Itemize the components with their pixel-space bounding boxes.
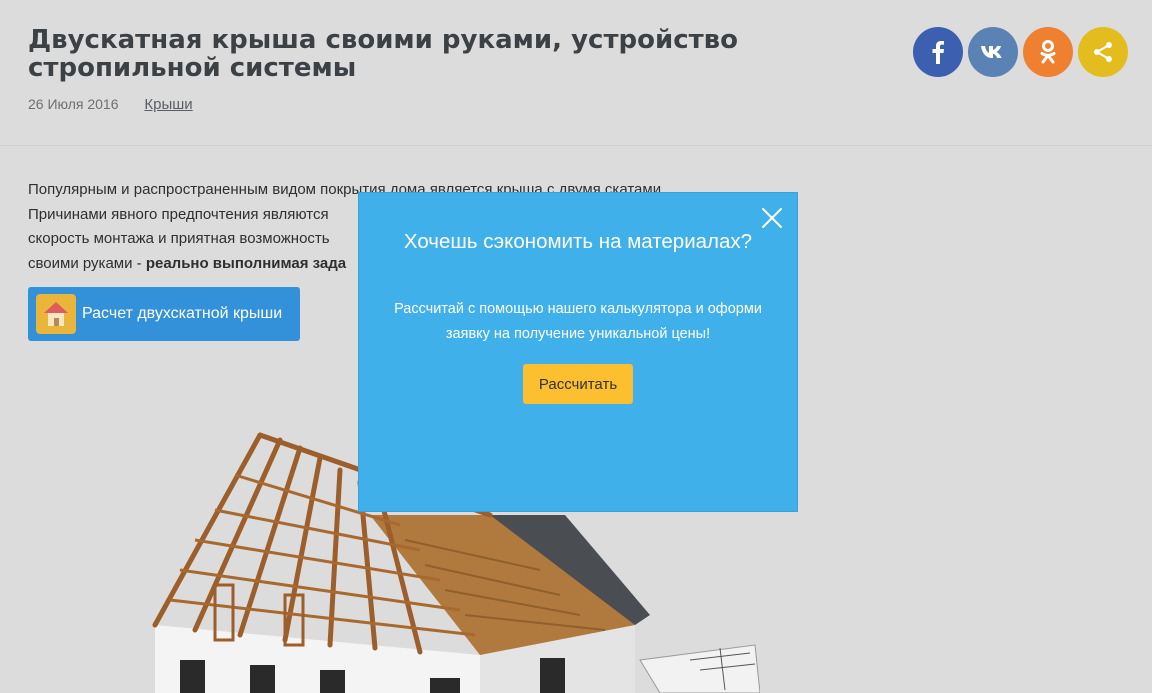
article-meta: 26 Июля 2016 Крыши [28,96,193,113]
odnoklassniki-icon [1040,40,1056,64]
intro-bold: реально выполнимая зада [145,254,347,272]
vk-share-button[interactable] [968,27,1018,77]
header-divider [0,145,1152,146]
vk-icon [981,46,1002,58]
article-page: Двускатная крыша своими руками, устройст… [0,0,1152,693]
popup-title: Хочешь сэкономить на материалах? [403,230,753,253]
category-link[interactable]: Крыши [144,96,192,113]
share-button[interactable] [1078,27,1128,77]
facebook-icon [932,41,944,64]
facebook-share-button[interactable] [913,27,963,77]
savings-popup: Хочешь сэкономить на материалах? Рассчит… [358,192,798,512]
close-icon[interactable] [761,207,783,229]
roof-calculator-button[interactable]: Расчет двухскатной крыши [28,287,300,341]
intro-line-3: скорость монтажа и приятная возможность [28,230,330,247]
intro-line-2: Причинами явного предпочтения являются [28,205,329,223]
odnoklassniki-share-button[interactable] [1023,27,1073,77]
calculate-button[interactable]: Рассчитать [523,364,633,404]
social-buttons [913,27,1128,77]
roof-calculator-label: Расчет двухскатной крыши [82,305,283,322]
popup-text: Рассчитай с помощью нашего калькулятора … [394,301,762,342]
share-icon [1094,42,1112,62]
house-icon [36,294,76,334]
article-date: 26 Июля 2016 [28,96,119,112]
article-title: Двускатная крыша своими руками, устройст… [28,25,738,83]
intro-line-4: своими руками - [28,254,146,272]
